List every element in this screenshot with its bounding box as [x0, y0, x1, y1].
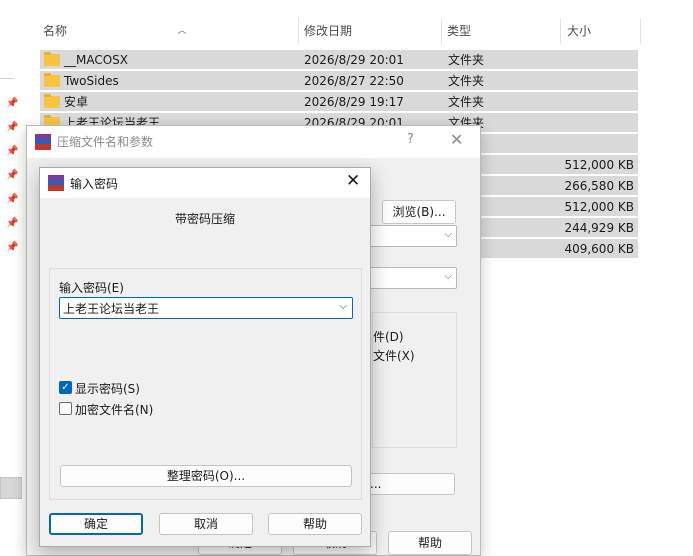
table-row[interactable]: 安卓 2026/8/29 19:17 文件夹 [40, 91, 638, 111]
folder-icon [44, 52, 60, 66]
pin-icon[interactable]: 📌 [6, 170, 18, 182]
winrar-icon [35, 134, 51, 150]
option-sfx-archive[interactable]: 文件(X) [373, 347, 415, 364]
pin-icon[interactable]: 📌 [6, 146, 18, 158]
nav-divider [0, 78, 14, 79]
dialog-title: 压缩文件名和参数 [57, 135, 154, 149]
nav-selected-item[interactable] [0, 477, 22, 499]
column-header-row: 名称 ︿ 修改日期 类型 大小 [40, 18, 641, 44]
dialog-title: 输入密码 [70, 177, 119, 191]
dialog-title-bar: 输入密码 ✕ [40, 168, 370, 198]
file-size: 244,929 KB [564, 221, 634, 235]
navigation-pane: 📌 📌 📌 📌 📌 📌 📌 [0, 0, 24, 556]
column-header-name[interactable]: 名称 [40, 18, 298, 44]
archive-name-combo[interactable]: ⌵ [357, 225, 457, 247]
show-password-label[interactable]: 显示密码(S) [75, 380, 140, 397]
file-size: 512,000 KB [564, 200, 634, 214]
browse-button[interactable]: 浏览(B)... [382, 200, 456, 224]
dialog-title-bar: 压缩文件名和参数 ? ✕ [27, 126, 480, 158]
file-size: 266,580 KB [564, 179, 634, 193]
file-name: 安卓 [64, 95, 89, 109]
table-row[interactable]: TwoSides 2026/8/27 22:50 文件夹 [40, 70, 638, 90]
pin-icon[interactable]: 📌 [6, 194, 18, 206]
file-type: 文件夹 [448, 74, 485, 88]
column-header-date[interactable]: 修改日期 [301, 18, 441, 44]
file-type: 文件夹 [448, 95, 485, 109]
format-combo[interactable]: ⌵ [357, 267, 457, 289]
chevron-down-icon: ⌵ [444, 271, 452, 282]
chevron-down-icon: ⌵ [444, 229, 452, 240]
encrypt-names-checkbox[interactable] [59, 402, 72, 415]
more-options-button[interactable]: ... [357, 473, 455, 495]
password-value: 上老王论坛当老王 [63, 302, 160, 316]
column-header-size[interactable]: 大小 [564, 18, 640, 44]
password-label: 输入密码(E) [59, 281, 124, 295]
password-group: 输入密码(E) 上老王论坛当老王 ⌵ ✓ 显示密码(S) 加密文件名(N) 整理… [49, 268, 362, 500]
folder-icon [44, 94, 60, 108]
file-type: 文件夹 [448, 53, 485, 67]
show-password-checkbox[interactable]: ✓ [59, 381, 72, 394]
column-separator[interactable] [560, 18, 561, 44]
close-icon[interactable]: ✕ [450, 130, 463, 149]
option-delete-files[interactable]: 件(D) [373, 328, 404, 345]
encrypt-names-label[interactable]: 加密文件名(N) [75, 401, 153, 418]
close-icon[interactable]: ✕ [346, 171, 360, 191]
file-date: 2026/8/27 22:50 [304, 74, 404, 88]
help-icon[interactable]: ? [407, 132, 414, 147]
sort-ascending-icon: ︿ [177, 26, 187, 36]
folder-icon [44, 73, 60, 87]
cancel-button[interactable]: 取消 [159, 513, 253, 535]
pin-icon[interactable]: 📌 [6, 218, 18, 230]
chevron-down-icon[interactable]: ⌵ [339, 301, 347, 312]
pin-icon[interactable]: 📌 [6, 98, 18, 110]
ok-button[interactable]: 确定 [49, 513, 143, 535]
table-row[interactable]: __MACOSX 2026/8/29 20:01 文件夹 [40, 49, 638, 69]
file-name: __MACOSX [64, 53, 129, 67]
password-dialog: 输入密码 ✕ 带密码压缩 输入密码(E) 上老王论坛当老王 ⌵ ✓ 显示密码(S… [39, 167, 371, 547]
dialog-heading: 带密码压缩 [174, 212, 235, 226]
column-separator[interactable] [298, 18, 299, 44]
pin-icon[interactable]: 📌 [6, 122, 18, 134]
file-size: 512,000 KB [564, 158, 634, 172]
column-header-type[interactable]: 类型 [444, 18, 560, 44]
file-name: TwoSides [64, 74, 119, 88]
organize-passwords-button[interactable]: 整理密码(O)... [60, 465, 352, 487]
back-help-button[interactable]: 帮助 [388, 531, 472, 555]
column-separator[interactable] [640, 18, 641, 44]
file-size: 409,600 KB [564, 242, 634, 256]
column-separator[interactable] [441, 18, 442, 44]
help-button[interactable]: 帮助 [268, 513, 362, 535]
password-input[interactable]: 上老王论坛当老王 ⌵ [59, 297, 353, 319]
pin-icon[interactable]: 📌 [6, 242, 18, 254]
winrar-icon [48, 175, 64, 191]
file-date: 2026/8/29 20:01 [304, 53, 404, 67]
file-date: 2026/8/29 19:17 [304, 95, 404, 109]
